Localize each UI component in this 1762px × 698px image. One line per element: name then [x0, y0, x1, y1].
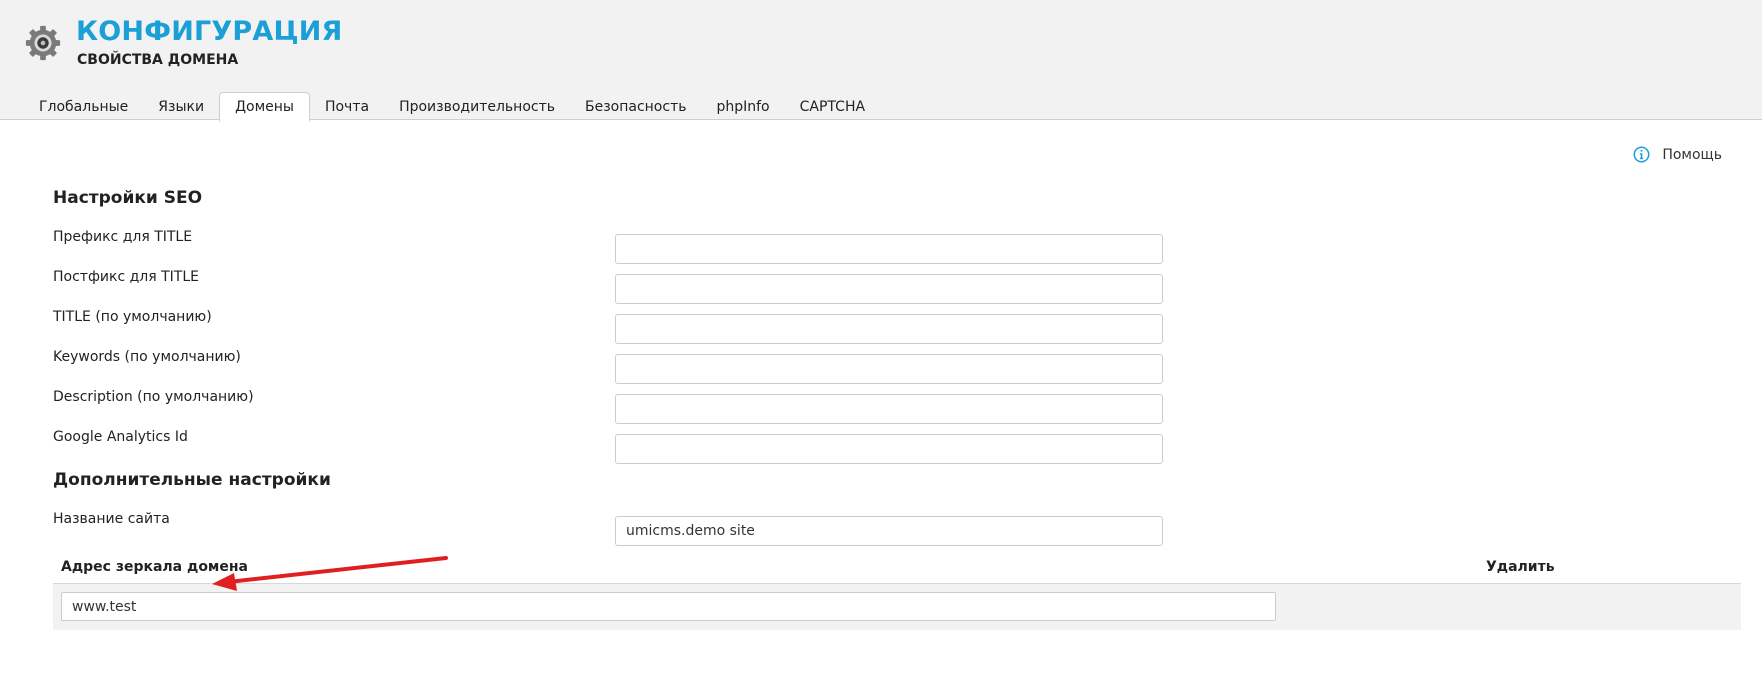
title-prefix-input[interactable] [615, 234, 1163, 264]
seo-field-google-analytics: Google Analytics Id [53, 429, 1163, 464]
mirror-address-input[interactable] [61, 592, 1276, 621]
red-arrow-annotation [212, 556, 448, 591]
page-header: КОНФИГУРАЦИЯ СВОЙСТВА ДОМЕНА Глобальные … [0, 0, 1762, 122]
tab-mail[interactable]: Почта [310, 93, 384, 121]
column-header-delete: Удалить [1486, 559, 1555, 575]
title-default-input[interactable] [615, 314, 1163, 344]
tab-global[interactable]: Глобальные [24, 93, 143, 121]
seo-field-keywords: Keywords (по умолчанию) [53, 349, 1163, 384]
tab-phpinfo[interactable]: phpInfo [701, 93, 784, 121]
field-label: Название сайта [53, 511, 170, 527]
field-label: Description (по умолчанию) [53, 389, 254, 405]
seo-section-title: Настройки SEO [53, 188, 203, 208]
field-label: TITLE (по умолчанию) [53, 309, 212, 325]
google-analytics-id-input[interactable] [615, 434, 1163, 464]
tab-bar: Глобальные Языки Домены Почта Производит… [24, 91, 880, 122]
seo-field-title-prefix: Префикс для TITLE [53, 229, 1163, 264]
field-label: Префикс для TITLE [53, 229, 193, 245]
tab-security[interactable]: Безопасность [570, 93, 701, 121]
help-link[interactable]: Помощь [1633, 146, 1722, 163]
info-icon [1633, 146, 1650, 163]
extra-section-title: Дополнительные настройки [53, 470, 331, 490]
page-title: КОНФИГУРАЦИЯ [76, 16, 343, 47]
tab-performance[interactable]: Производительность [384, 93, 570, 121]
tab-languages[interactable]: Языки [143, 93, 219, 121]
title-postfix-input[interactable] [615, 274, 1163, 304]
tab-captcha[interactable]: CAPTCHA [785, 93, 880, 121]
keywords-input[interactable] [615, 354, 1163, 384]
description-input[interactable] [615, 394, 1163, 424]
seo-field-title-postfix: Постфикс для TITLE [53, 269, 1163, 304]
page-subtitle: СВОЙСТВА ДОМЕНА [77, 52, 239, 68]
site-name-input[interactable] [615, 516, 1163, 546]
help-label: Помощь [1662, 146, 1722, 163]
extra-field-site-name: Название сайта [53, 511, 1163, 546]
field-label: Keywords (по умолчанию) [53, 349, 241, 365]
seo-field-description: Description (по умолчанию) [53, 389, 1163, 424]
seo-field-title-default: TITLE (по умолчанию) [53, 309, 1163, 344]
field-label: Google Analytics Id [53, 429, 188, 445]
field-label: Постфикс для TITLE [53, 269, 199, 285]
gear-icon [25, 25, 61, 61]
tab-domains[interactable]: Домены [219, 92, 310, 122]
